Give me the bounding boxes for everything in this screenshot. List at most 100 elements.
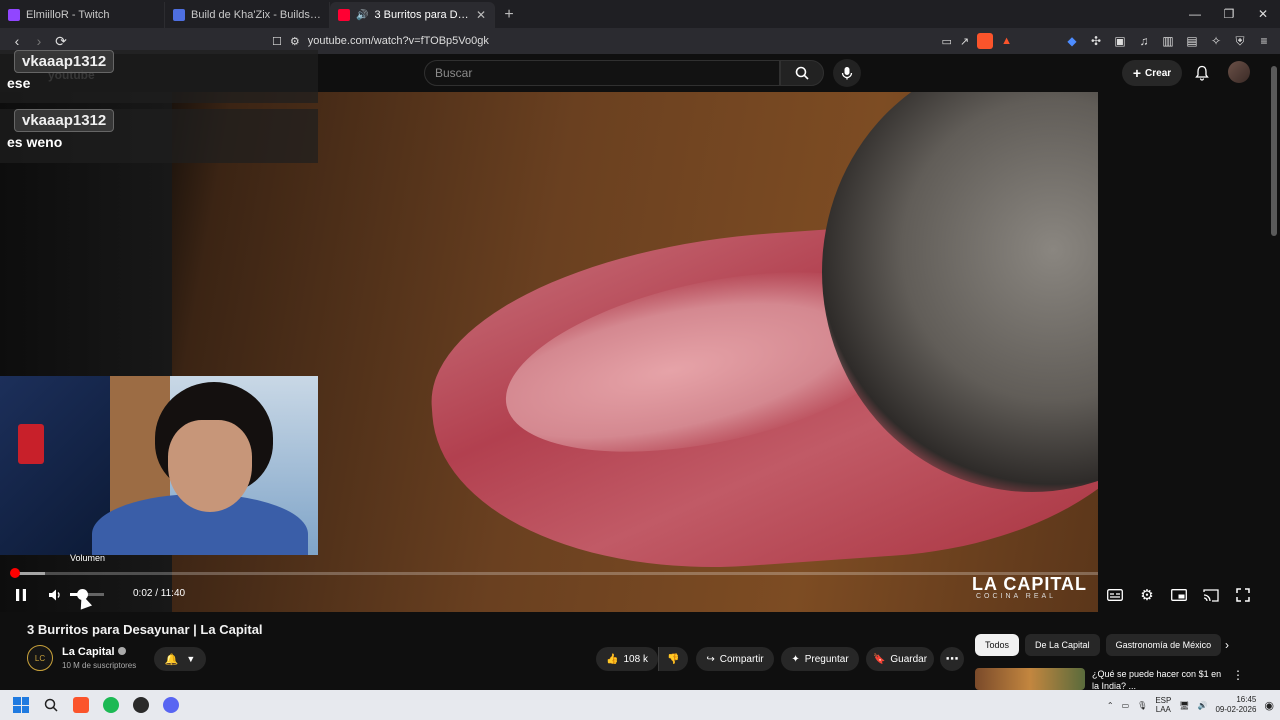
screenshot-icon[interactable]: ▣ (1110, 31, 1130, 51)
volume-tooltip: Volumen (70, 553, 106, 563)
search-icon (44, 698, 58, 712)
ask-button[interactable]: ✦ Preguntar (781, 647, 859, 671)
chevron-up-icon[interactable]: ⌃ (1107, 701, 1114, 710)
sidebar-icon[interactable]: ▥ (1158, 31, 1178, 51)
channel-name-text[interactable]: La Capital (62, 646, 115, 658)
menu-icon[interactable]: ≡ (1254, 31, 1274, 51)
clock-date: 09-02-2026 (1215, 705, 1257, 714)
tray-app-icon[interactable]: ▭ (1122, 701, 1130, 710)
close-window-button[interactable]: ✕ (1246, 0, 1280, 28)
cast-button[interactable] (1200, 584, 1222, 606)
settings-button[interactable]: ⚙ (1136, 584, 1158, 606)
new-tab-button[interactable]: + (495, 2, 523, 28)
volume-icon (49, 589, 60, 601)
restore-button[interactable]: ❐ (1212, 0, 1246, 28)
share-button[interactable]: ↪ Compartir (696, 647, 774, 671)
back-button[interactable]: ‹ (6, 30, 28, 52)
taskbar-obs[interactable] (126, 690, 156, 720)
brave-shields-icon[interactable] (977, 33, 994, 49)
music-icon[interactable]: ♫ (1134, 31, 1154, 51)
progress-bar[interactable] (10, 568, 1098, 578)
search-button[interactable] (780, 60, 824, 86)
microphone-icon[interactable]: 🎙 (1137, 701, 1147, 710)
chat-username: vkaaap1312 (14, 50, 115, 73)
channel-avatar[interactable]: LC (27, 645, 53, 671)
site-info-icon[interactable]: ⚙ (290, 35, 300, 48)
create-button[interactable]: + Crear (1122, 60, 1182, 86)
network-icon[interactable]: 🖥 (1179, 701, 1189, 710)
minimize-button[interactable]: — (1178, 0, 1212, 28)
subtitles-button[interactable] (1104, 584, 1126, 606)
share-icon: ↪ (706, 653, 715, 665)
page-scrollbar[interactable] (1270, 56, 1278, 686)
scrollbar-thumb[interactable] (1271, 66, 1277, 236)
share-icon[interactable]: ↗ (960, 35, 969, 48)
related-video-menu-icon[interactable]: ⋮ (1232, 668, 1244, 682)
url-text[interactable]: youtube.com/watch?v=fTOBp5Vo0gk (308, 35, 934, 47)
more-actions-button[interactable]: ⋯ (940, 647, 964, 671)
chat-text: es weno (7, 134, 63, 150)
search-button[interactable] (36, 690, 66, 720)
address-bar[interactable]: ☐ ⚙ youtube.com/watch?v=fTOBp5Vo0gk ▭ ↗ … (272, 30, 1012, 52)
mute-button[interactable] (44, 584, 66, 606)
reload-button[interactable]: ⟳ (50, 30, 72, 52)
chevron-right-icon[interactable]: › (1218, 636, 1236, 654)
chip-topic[interactable]: Gastronomía de México (1105, 634, 1222, 656)
chip-channel[interactable]: De La Capital (1025, 634, 1100, 656)
chat-message: vkaaap1312 ese (0, 50, 318, 103)
miniplayer-button[interactable] (1168, 584, 1190, 606)
browser-tab-strip: ElmiilloR - Twitch Build de Kha'Zix - Bu… (0, 0, 1280, 28)
webcam-person-face (168, 420, 252, 512)
search-input[interactable]: Buscar (424, 60, 780, 86)
save-button[interactable]: 🔖 Guardar (866, 647, 934, 671)
pause-button[interactable] (10, 584, 32, 606)
miniplayer-icon (1171, 589, 1187, 601)
install-icon[interactable]: ▭ (941, 35, 951, 48)
speaker-icon[interactable]: 🔊 (356, 10, 368, 21)
keyboard-layout: LAA (1155, 705, 1171, 714)
chat-message: vkaaap1312 es weno (0, 109, 318, 163)
close-tab-icon[interactable]: ✕ (476, 8, 486, 22)
leo-icon[interactable]: ✧ (1206, 31, 1226, 51)
extension-icon[interactable]: ◆ (1062, 31, 1082, 51)
tab-twitch[interactable]: ElmiilloR - Twitch (0, 2, 165, 28)
vpn-icon[interactable]: ⛨ (1230, 31, 1250, 51)
tab-build[interactable]: Build de Kha'Zix - Builds, runas y obj..… (165, 2, 330, 28)
tab-title: Build de Kha'Zix - Builds, runas y obj..… (191, 9, 321, 21)
system-tray: ⌃ ▭ 🎙 ESP LAA 🖥 🔊 16:45 09-02-2026 ◉ (1107, 695, 1280, 715)
clock[interactable]: 16:45 09-02-2026 (1215, 695, 1256, 715)
subscribed-notifications-button[interactable]: 🔔 ▼ (154, 647, 206, 671)
bell-icon: 🔔 (164, 653, 179, 666)
taskbar-brave[interactable] (66, 690, 96, 720)
wallet-icon[interactable]: ▤ (1182, 31, 1202, 51)
tab-youtube[interactable]: 🔊 3 Burritos para Desayunar | La Capital… (330, 2, 495, 28)
webcam-object (18, 424, 44, 464)
spotify-icon (103, 697, 119, 713)
like-button[interactable]: 👍 108 k (596, 647, 658, 671)
forward-button[interactable]: › (28, 30, 50, 52)
fullscreen-button[interactable] (1232, 584, 1254, 606)
avatar[interactable] (1228, 61, 1250, 83)
dislike-button[interactable]: 👎 (658, 647, 688, 671)
voice-search-button[interactable] (833, 59, 861, 87)
brave-rewards-icon[interactable]: ▲ (1001, 35, 1012, 47)
taskbar-discord[interactable] (156, 690, 186, 720)
bookmark-icon: 🔖 (872, 653, 886, 665)
input-language[interactable]: ESP LAA (1155, 696, 1171, 714)
plus-icon: + (1132, 65, 1142, 81)
chat-text: ese (7, 75, 31, 91)
chat-username: vkaaap1312 (14, 109, 115, 132)
puzzle-icon[interactable]: ✣ (1086, 31, 1106, 51)
start-button[interactable] (6, 690, 36, 720)
bookmark-icon[interactable]: ☐ (272, 35, 282, 48)
volume-icon[interactable]: 🔊 (1198, 701, 1208, 710)
ask-label: Preguntar (804, 653, 849, 665)
related-video-thumbnail[interactable] (975, 668, 1085, 690)
chip-all[interactable]: Todos (975, 634, 1020, 656)
language-code: ESP (1155, 696, 1172, 705)
notifications-button[interactable] (1190, 61, 1214, 85)
taskbar-spotify[interactable] (96, 690, 126, 720)
related-video-title[interactable]: ¿Qué se puede hacer con $1 en la India? … (1092, 668, 1226, 690)
notification-icon[interactable]: ◉ (1264, 699, 1274, 712)
channel-name[interactable]: La Capital (62, 646, 126, 658)
